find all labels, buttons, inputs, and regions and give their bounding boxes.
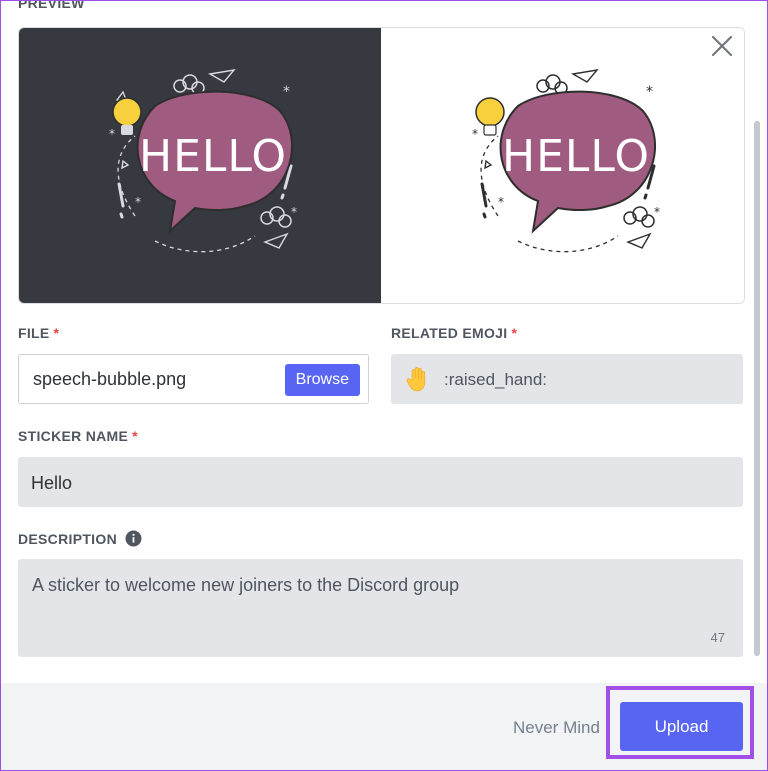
related-emoji-label: RELATED EMOJI * (391, 325, 518, 341)
sticker-image-dark: * * * * HELLO (109, 68, 297, 252)
required-mark: * (53, 325, 60, 341)
sticker-text-dark: HELLO (139, 131, 287, 182)
required-mark: * (511, 325, 518, 341)
raised-hand-icon (406, 367, 426, 392)
preview-label: PREVIEW (18, 0, 85, 11)
browse-button[interactable]: Browse (284, 364, 360, 396)
description-value: A sticker to welcome new joiners to the … (32, 575, 460, 595)
never-mind-button[interactable]: Never Mind (513, 718, 600, 738)
description-label: DESCRIPTION (18, 530, 142, 547)
sticker-name-input[interactable]: Hello (18, 457, 743, 507)
svg-text:*: * (283, 84, 290, 100)
svg-text:*: * (498, 195, 504, 209)
preview-light-theme: * * * * HELLO (381, 28, 744, 303)
svg-text:*: * (291, 205, 297, 219)
required-mark: * (132, 428, 138, 444)
svg-text:*: * (654, 205, 660, 219)
svg-text:*: * (135, 195, 141, 209)
info-icon[interactable] (125, 530, 142, 547)
description-input[interactable]: A sticker to welcome new joiners to the … (18, 559, 743, 657)
svg-text:*: * (472, 127, 478, 141)
file-label: FILE * (18, 325, 60, 341)
related-emoji-field[interactable]: :raised_hand: (391, 354, 743, 404)
sticker-name-value: Hello (31, 473, 73, 493)
sticker-image-light: * * * * HELLO (472, 68, 660, 252)
scrollbar[interactable] (754, 121, 760, 656)
file-name: speech-bubble.png (33, 369, 187, 389)
modal-footer: Never Mind Upload (1, 683, 767, 770)
file-field[interactable]: speech-bubble.png Browse (18, 354, 369, 404)
sticker-upload-modal: PREVIEW * * * * HELLO * * * * HELLO FILE… (0, 0, 768, 771)
preview-dark-theme: * * * * HELLO (19, 28, 381, 303)
character-count: 47 (710, 630, 725, 645)
close-icon[interactable] (708, 32, 736, 60)
sticker-preview: * * * * HELLO * * * * HELLO (18, 27, 745, 304)
svg-text:*: * (646, 84, 653, 100)
upload-button[interactable]: Upload (620, 702, 743, 751)
emoji-name: :raised_hand: (444, 370, 548, 389)
svg-text:*: * (109, 127, 115, 141)
sticker-text-light: HELLO (502, 131, 650, 182)
sticker-name-label: STICKER NAME * (18, 428, 138, 444)
